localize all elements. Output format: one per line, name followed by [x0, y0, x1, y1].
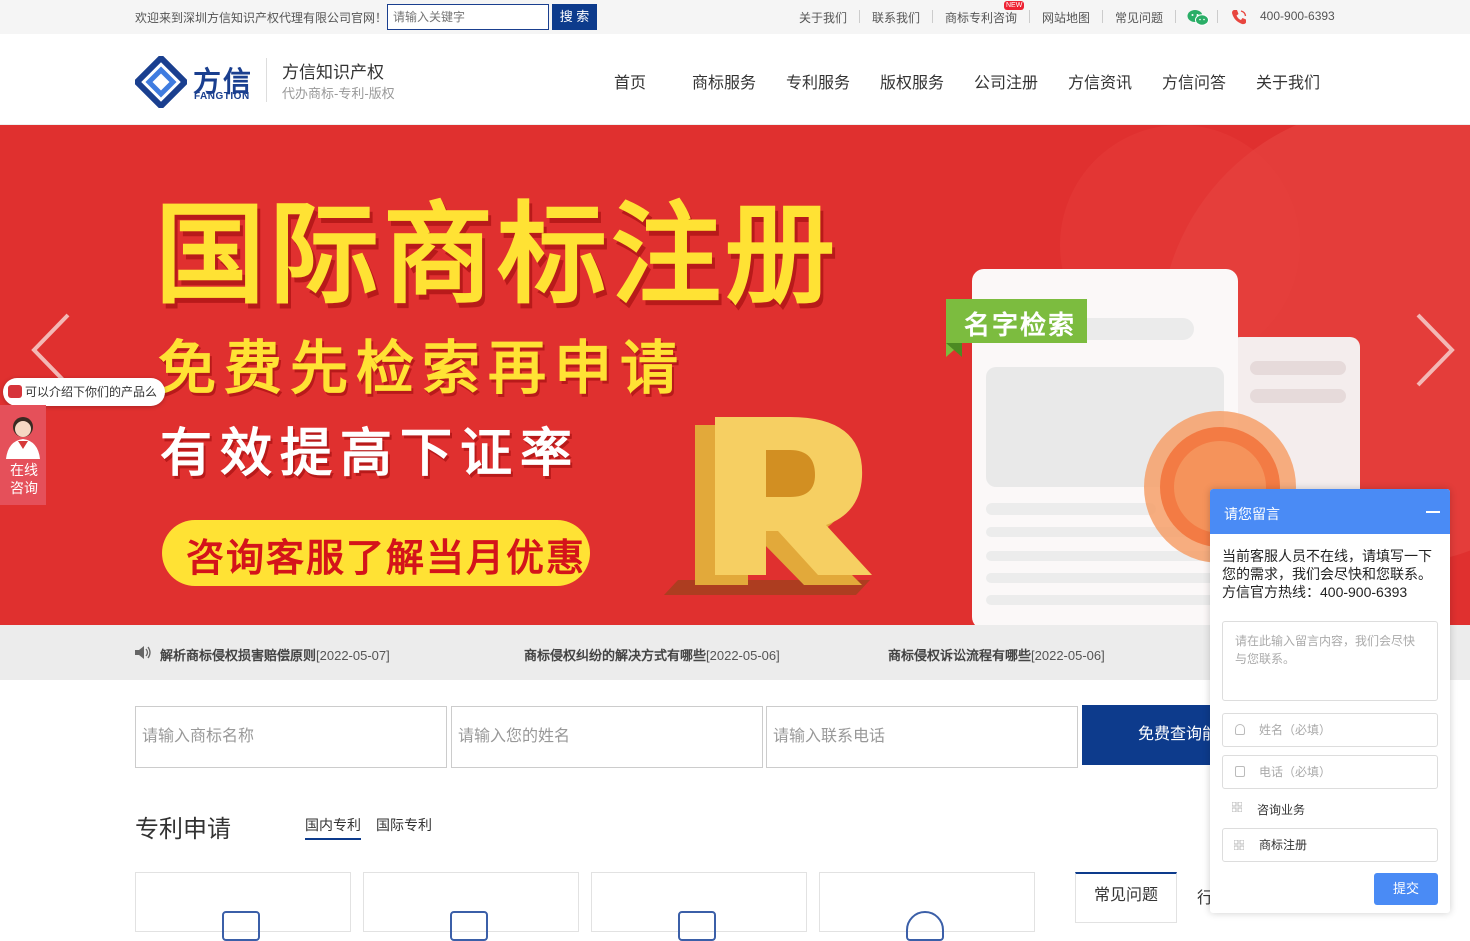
patent-card[interactable] — [363, 872, 579, 941]
welcome-text: 欢迎来到深圳方信知识产权代理有限公司官网！ — [135, 11, 388, 25]
phone-field[interactable]: 电话（必填） — [1222, 755, 1438, 789]
wechat-icon[interactable] — [1187, 9, 1209, 26]
phone-input[interactable]: 请输入联系电话 — [766, 706, 1078, 768]
nav-qa[interactable]: 方信问答 — [1162, 69, 1226, 93]
top-link-about[interactable]: 关于我们 — [799, 9, 847, 26]
divider — [1029, 10, 1030, 23]
divider — [859, 10, 860, 23]
document-icon — [678, 911, 716, 941]
divider — [1175, 10, 1176, 23]
top-bar: 欢迎来到深圳方信知识产权代理有限公司官网！ 搜 索 关于我们 联系我们 商标专利… — [0, 0, 1470, 34]
business-select-value: 商标注册 — [1259, 838, 1308, 852]
patent-card[interactable] — [135, 872, 351, 941]
tab-faq[interactable]: 常见问题 — [1075, 872, 1177, 923]
grid-icon — [1232, 802, 1242, 812]
speaker-icon — [135, 646, 151, 659]
tab-domestic-patent[interactable]: 国内专利 — [305, 815, 361, 840]
trademark-name-input[interactable]: 请输入商标名称 — [135, 706, 447, 768]
business-label: 咨询业务 — [1257, 803, 1306, 817]
patent-card[interactable] — [819, 872, 1035, 941]
submit-button[interactable]: 提交 — [1374, 873, 1438, 905]
brand-subtitle: 代办商标-专利-版权 — [282, 86, 395, 101]
tab-international-patent[interactable]: 国际专利 — [376, 815, 432, 835]
phone-icon — [1232, 10, 1247, 25]
banner-search-tag: 名字检索 — [964, 310, 1077, 340]
top-link-faq[interactable]: 常见问题 — [1115, 9, 1163, 26]
phone-icon — [1235, 766, 1245, 777]
phone-field-placeholder: 电话（必填） — [1259, 765, 1332, 779]
name-field[interactable]: 姓名（必填） — [1222, 713, 1438, 747]
nav-trademark[interactable]: 商标服务 — [692, 69, 756, 93]
online-consult-label: 在线咨询 — [10, 462, 38, 496]
ticker-item[interactable]: 商标侵权纠纷的解决方式有哪些[2022-05-06] — [524, 645, 780, 664]
search-button[interactable]: 搜 索 — [552, 4, 597, 30]
nav-company-registration[interactable]: 公司注册 — [974, 69, 1038, 93]
logo-subtext: FANGTION — [194, 91, 250, 102]
patent-card[interactable] — [591, 872, 807, 941]
hotline-number: 400-900-6393 — [1260, 9, 1335, 23]
divider — [266, 58, 267, 102]
ticker-item[interactable]: 解析商标侵权损害赔偿原则[2022-05-07] — [160, 645, 390, 664]
new-document-icon — [450, 911, 488, 941]
banner-subline-2: 有效提高下证率 — [160, 425, 581, 483]
user-name-input[interactable]: 请输入您的姓名 — [451, 706, 763, 768]
nav-news[interactable]: 方信资讯 — [1068, 69, 1132, 93]
search-input[interactable] — [387, 4, 549, 30]
panel-title: 请您留言 — [1224, 506, 1280, 522]
grid-icon — [1234, 840, 1244, 850]
panel-message: 当前客服人员不在线，请填写一下您的需求，我们会尽快和您联系。方信官方热线：400… — [1222, 548, 1432, 600]
banner-headline: 国际商标注册 — [155, 191, 839, 319]
site-header: 方信 FANGTION 方信知识产权 代办商标-专利-版权 首页 商标服务 专利… — [0, 34, 1470, 125]
top-link-consult[interactable]: 商标专利咨询 — [945, 9, 1017, 26]
section-title: 专利申请 — [135, 816, 231, 843]
minimize-icon[interactable] — [1426, 511, 1440, 513]
divider — [1102, 10, 1103, 23]
nav-copyright[interactable]: 版权服务 — [880, 69, 944, 93]
search-doc-icon — [906, 911, 944, 941]
ticker-item[interactable]: 商标侵权诉讼流程有哪些[2022-05-06] — [888, 645, 1105, 664]
document-icon — [222, 911, 260, 941]
fangtion-logo-icon[interactable] — [135, 56, 187, 108]
nav-about[interactable]: 关于我们 — [1256, 69, 1320, 93]
top-link-sitemap[interactable]: 网站地图 — [1042, 9, 1090, 26]
banner-subline-1: 免费先检索再申请 — [158, 336, 687, 401]
panel-header: 请您留言 — [1210, 489, 1450, 534]
chat-suggestion-text: 可以介绍下你们的产品么 — [25, 385, 158, 399]
nav-patent[interactable]: 专利服务 — [786, 69, 850, 93]
chat-suggestion-bubble[interactable]: 可以介绍下你们的产品么 — [3, 378, 166, 406]
user-icon — [1235, 724, 1245, 735]
banner-promo-text: 咨询客服了解当月优惠 — [186, 538, 587, 580]
leave-message-panel: 请您留言 当前客服人员不在线，请填写一下您的需求，我们会尽快和您联系。方信官方热… — [1210, 489, 1450, 913]
brand-title: 方信知识产权 — [282, 63, 384, 82]
top-link-contact[interactable]: 联系我们 — [872, 9, 920, 26]
banner-next-arrow-icon[interactable] — [1408, 310, 1458, 390]
divider — [932, 10, 933, 23]
agent-avatar — [6, 417, 40, 459]
new-badge: NEW — [1004, 1, 1025, 10]
business-select[interactable]: 商标注册 — [1222, 828, 1438, 862]
message-textarea[interactable]: 请在此输入留言内容，我们会尽快与您联系。 — [1222, 621, 1438, 701]
nav-home[interactable]: 首页 — [614, 69, 646, 93]
chat-icon — [8, 385, 22, 398]
divider — [1217, 10, 1218, 23]
name-field-placeholder: 姓名（必填） — [1259, 723, 1332, 737]
